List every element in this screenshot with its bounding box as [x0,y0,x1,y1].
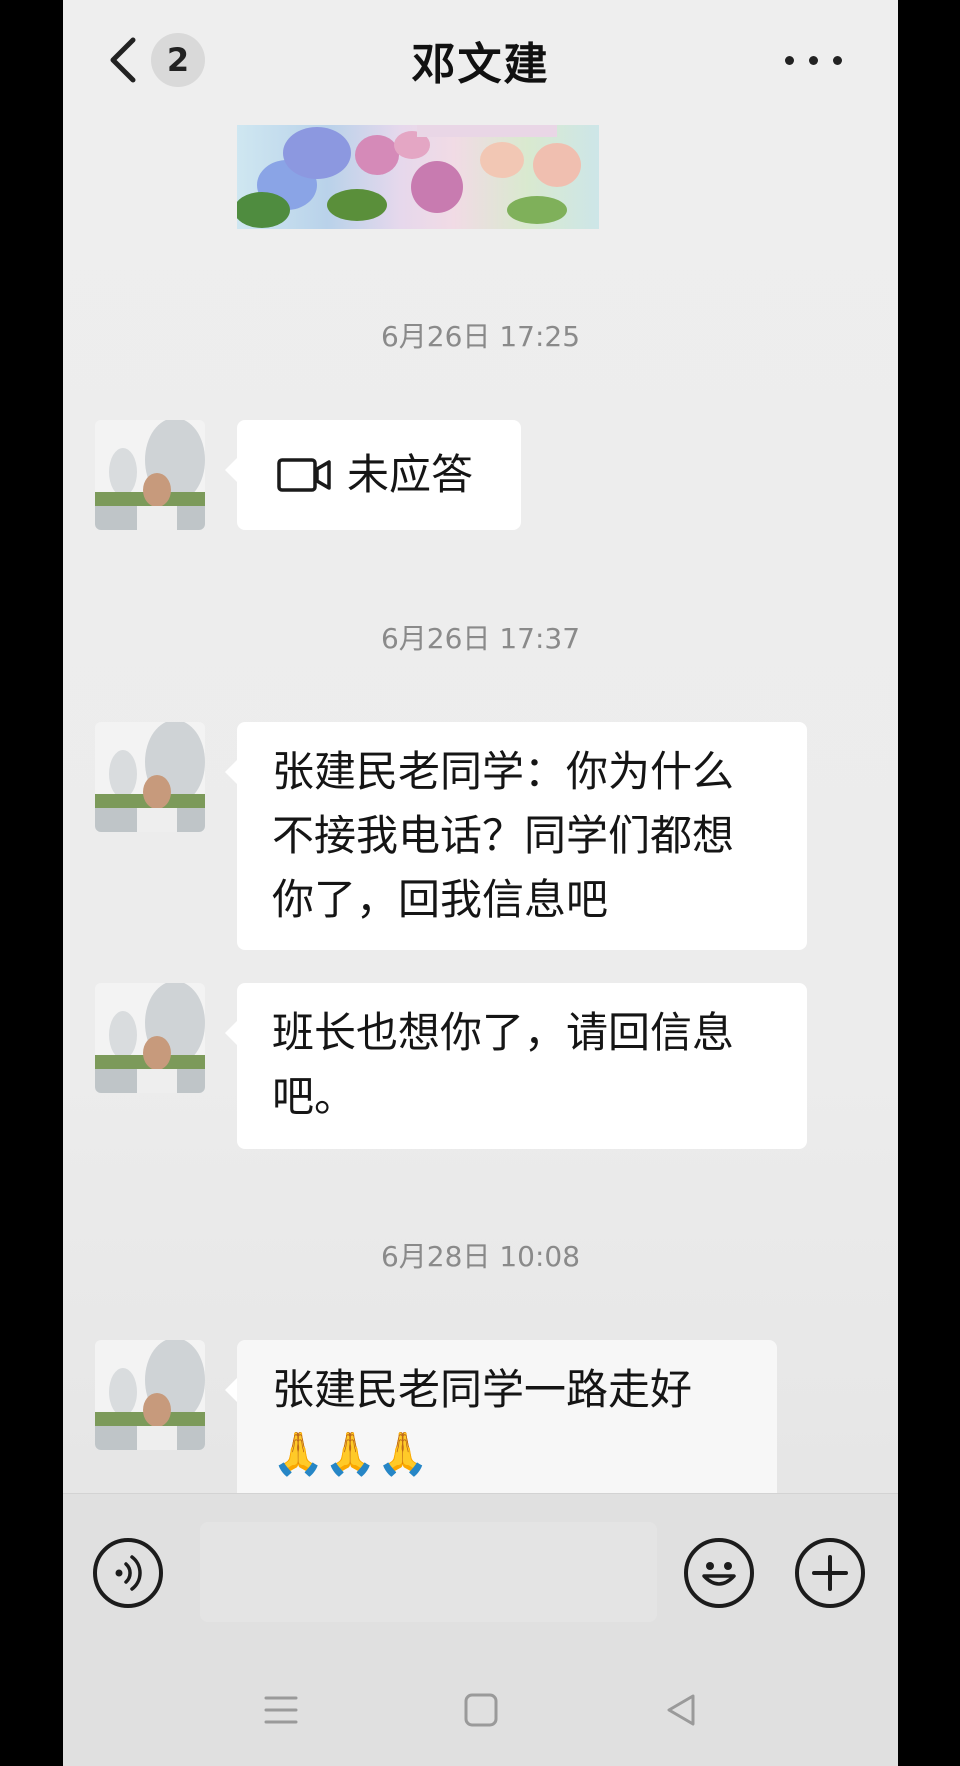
message-line: 🙏🙏🙏 [272,1429,429,1478]
message-line: 不接我电话？同学们都想 [272,811,735,860]
timestamp: 6月26日 17:37 [380,622,581,655]
avatar[interactable] [95,1340,205,1450]
flowers-image [237,125,581,228]
more-dot [785,56,794,65]
message-line: 你了，回我信息吧 [272,875,609,924]
voice-icon [115,1555,142,1591]
timestamp: 6月26日 17:25 [380,320,581,353]
message-line: 张建民老同学：你为什么 [272,747,735,796]
text-message[interactable]: 张建民老同学一路走好 🙏🙏🙏 [225,1340,777,1510]
image-message[interactable] [237,125,599,229]
text-message[interactable]: 班长也想你了，请回信息 吧。 [225,983,807,1149]
more-dot [809,56,818,65]
avatar-photo [95,983,205,1093]
message-line: 张建民老同学一路走好 [272,1365,693,1414]
avatar-photo [95,1340,205,1450]
call-status-label: 未应答 [347,450,474,499]
avatar-photo [95,722,205,832]
chat-screen: 2 邓文建 6月26日 17:25 未应答 6月26日 17:37 张建民老同学… [63,0,898,1766]
emoji-button[interactable] [684,1538,754,1608]
more-dot [833,56,842,65]
message-input-bar [63,1493,898,1652]
message-line: 吧。 [272,1072,357,1121]
home-square-icon[interactable] [463,1692,499,1728]
text-message[interactable]: 张建民老同学：你为什么 不接我电话？同学们都想 你了，回我信息吧 [225,722,807,950]
chat-header: 2 邓文建 [63,0,898,120]
voice-button[interactable] [93,1538,163,1608]
chat-title: 邓文建 [411,39,550,90]
message-line: 班长也想你了，请回信息 [272,1008,735,1057]
timestamp: 6月28日 10:08 [380,1240,581,1273]
video-camera-icon [277,458,331,492]
avatar[interactable] [95,983,205,1093]
add-button[interactable] [795,1538,865,1608]
more-options-button[interactable] [785,42,845,78]
emoji-icon [702,1562,736,1586]
avatar[interactable] [95,722,205,832]
video-call-message[interactable]: 未应答 [225,420,521,530]
avatar-photo [95,420,205,530]
avatar[interactable] [95,420,205,530]
message-input[interactable] [200,1522,657,1622]
system-nav-bar [63,1651,898,1766]
triangle-back-icon[interactable] [663,1692,699,1728]
plus-icon [812,1555,848,1591]
menu-icon[interactable] [263,1693,299,1727]
